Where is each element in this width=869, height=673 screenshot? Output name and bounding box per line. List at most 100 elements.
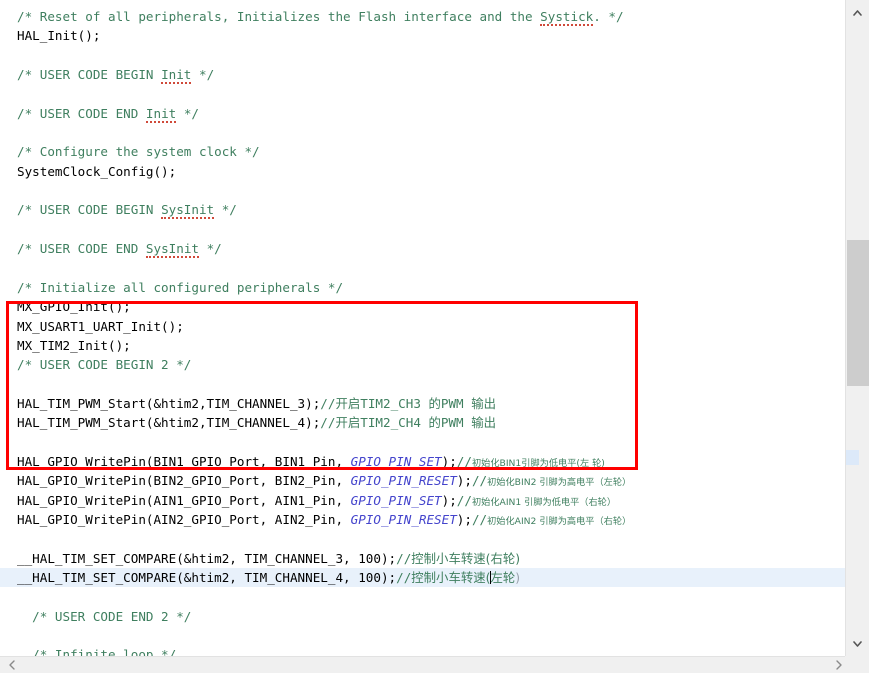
code-token: PWM bbox=[440, 395, 472, 411]
code-line[interactable]: /* USER CODE BEGIN 2 */ bbox=[0, 355, 845, 374]
code-token: 初始化AIN1 引脚为低电平（右轮） bbox=[471, 496, 617, 508]
code-token: 开启 bbox=[335, 395, 361, 411]
horizontal-scrollbar[interactable] bbox=[0, 656, 869, 673]
code-token: 开启 bbox=[335, 415, 361, 431]
scroll-up-arrow-icon[interactable] bbox=[846, 4, 869, 21]
code-line[interactable]: HAL_GPIO_WritePin(BIN2_GPIO_Port, BIN2_P… bbox=[0, 471, 845, 490]
code-token: MX_USART1_UART_Init(); bbox=[17, 318, 184, 334]
code-token: Init bbox=[161, 67, 192, 85]
code-line[interactable]: /* USER CODE BEGIN SysInit */ bbox=[0, 200, 845, 220]
code-line[interactable] bbox=[0, 433, 845, 452]
code-text-area[interactable]: /* Reset of all peripherals, Initializes… bbox=[0, 0, 845, 656]
code-token: TIM2_CH3 bbox=[360, 395, 429, 411]
code-token: /* USER CODE BEGIN bbox=[17, 67, 162, 83]
code-line[interactable]: /* Configure the system clock */ bbox=[0, 142, 845, 161]
code-line[interactable] bbox=[0, 529, 845, 548]
code-token: 的 bbox=[428, 395, 441, 411]
code-editor-window: /* Reset of all peripherals, Initializes… bbox=[0, 0, 869, 673]
code-line[interactable] bbox=[0, 375, 845, 394]
code-token: TIM2_CH4 bbox=[360, 415, 429, 431]
code-token: // bbox=[456, 492, 472, 508]
code-line[interactable]: /* USER CODE END Init */ bbox=[0, 104, 845, 123]
code-line[interactable]: /* Infinite loop */ bbox=[0, 645, 845, 656]
code-line[interactable]: MX_TIM2_Init(); bbox=[0, 336, 845, 355]
code-line[interactable]: MX_USART1_UART_Init(); bbox=[0, 317, 845, 336]
code-token: // bbox=[396, 550, 412, 566]
code-line[interactable] bbox=[0, 258, 845, 277]
code-token: HAL_TIM_PWM_Start(&htim2,TIM_CHANNEL_3); bbox=[17, 395, 321, 411]
code-token: GPIO_PIN_SET bbox=[350, 492, 442, 508]
scroll-down-arrow-icon[interactable] bbox=[846, 635, 869, 652]
code-token: */ bbox=[214, 202, 237, 218]
code-line[interactable] bbox=[0, 181, 845, 200]
code-token: /* Configure the system clock */ bbox=[17, 144, 260, 160]
code-line[interactable] bbox=[0, 84, 845, 103]
code-token: Systick bbox=[540, 9, 594, 26]
code-token: */ bbox=[198, 241, 222, 257]
code-token: HAL_Init(); bbox=[17, 28, 101, 44]
code-line[interactable]: HAL_TIM_PWM_Start(&htim2,TIM_CHANNEL_3);… bbox=[0, 394, 845, 413]
code-token: 初始化BIN1引脚为低电平(左 轮) bbox=[471, 457, 605, 469]
current-line-scroll-marker bbox=[846, 450, 859, 465]
code-line[interactable]: /* USER CODE BEGIN Init */ bbox=[0, 65, 845, 85]
code-token: 输出 bbox=[471, 415, 497, 431]
code-token: 左轮 bbox=[490, 569, 516, 585]
code-line[interactable]: HAL_GPIO_WritePin(AIN2_GPIO_Port, AIN2_P… bbox=[0, 510, 845, 529]
code-line[interactable] bbox=[0, 587, 845, 606]
code-token: Init bbox=[145, 105, 177, 123]
code-token: HAL_GPIO_WritePin(AIN1_GPIO_Port, AIN1_P… bbox=[17, 492, 351, 508]
code-token: // bbox=[456, 453, 472, 469]
scroll-left-arrow-icon[interactable] bbox=[3, 657, 20, 673]
code-token: /* USER CODE BEGIN 2 */ bbox=[17, 357, 192, 373]
code-token: ); bbox=[441, 453, 457, 469]
code-token: HAL_TIM_PWM_Start(&htim2,TIM_CHANNEL_4); bbox=[17, 415, 321, 431]
code-line[interactable]: /* USER CODE END SysInit */ bbox=[0, 239, 845, 259]
code-line[interactable]: /* Reset of all peripherals, Initializes… bbox=[0, 7, 845, 26]
code-token: GPIO_PIN_SET bbox=[350, 453, 442, 469]
code-line[interactable] bbox=[0, 220, 845, 239]
code-token: GPIO_PIN_RESET bbox=[350, 511, 457, 527]
code-token: ); bbox=[441, 492, 457, 508]
code-token: HAL_GPIO_WritePin(AIN2_GPIO_Port, AIN2_P… bbox=[17, 511, 351, 527]
code-token: __HAL_TIM_SET_COMPARE(&htim2, TIM_CHANNE… bbox=[17, 550, 397, 566]
code-token: */ bbox=[176, 105, 199, 121]
code-line[interactable]: HAL_GPIO_WritePin(AIN1_GPIO_Port, AIN1_P… bbox=[0, 491, 845, 510]
code-line[interactable]: HAL_TIM_PWM_Start(&htim2,TIM_CHANNEL_4);… bbox=[0, 413, 845, 432]
code-token: // bbox=[471, 511, 488, 527]
vertical-scrollbar[interactable] bbox=[845, 0, 869, 656]
scrollbar-corner bbox=[845, 656, 869, 673]
code-token: // bbox=[396, 569, 412, 585]
code-line[interactable]: /* USER CODE END 2 */ bbox=[0, 607, 845, 626]
vertical-scrollbar-thumb[interactable] bbox=[847, 240, 869, 386]
code-token: 控制小车转速(右轮) bbox=[411, 550, 521, 566]
code-token: /* Infinite loop */ bbox=[17, 647, 177, 656]
code-token: ); bbox=[456, 473, 472, 489]
code-line[interactable]: SystemClock_Config(); bbox=[0, 162, 845, 181]
code-token: . */ bbox=[593, 9, 624, 24]
code-token: // bbox=[320, 395, 336, 411]
code-token: 的 bbox=[428, 415, 441, 431]
code-token: HAL_GPIO_WritePin(BIN1_GPIO_Port, BIN1_P… bbox=[17, 453, 351, 469]
code-token: /* USER CODE END bbox=[17, 241, 146, 257]
code-token: 初始化AIN2 引脚为高电平（右轮） bbox=[487, 515, 632, 527]
code-token: HAL_GPIO_WritePin(BIN2_GPIO_Port, BIN2_P… bbox=[17, 473, 351, 489]
code-line[interactable]: MX_GPIO_Init(); bbox=[0, 297, 845, 316]
code-line[interactable] bbox=[0, 626, 845, 645]
code-token: /* Reset of all peripherals, Initializes… bbox=[17, 9, 541, 24]
code-token: // bbox=[471, 473, 488, 489]
code-token: */ bbox=[191, 67, 215, 83]
code-line[interactable] bbox=[0, 46, 845, 65]
code-token: /* USER CODE END bbox=[17, 105, 146, 121]
code-token: /* USER CODE END 2 */ bbox=[17, 608, 192, 624]
code-line[interactable]: __HAL_TIM_SET_COMPARE(&htim2, TIM_CHANNE… bbox=[0, 567, 845, 588]
code-token: /* USER CODE BEGIN bbox=[17, 202, 162, 218]
code-token: SysInit bbox=[145, 241, 199, 259]
code-line[interactable]: HAL_GPIO_WritePin(BIN1_GPIO_Port, BIN1_P… bbox=[0, 452, 845, 471]
code-line[interactable] bbox=[0, 123, 845, 142]
code-token: GPIO_PIN_RESET bbox=[350, 473, 457, 489]
code-line[interactable]: __HAL_TIM_SET_COMPARE(&htim2, TIM_CHANNE… bbox=[0, 549, 845, 568]
code-line[interactable]: HAL_Init(); bbox=[0, 26, 845, 45]
code-token: SysInit bbox=[161, 202, 215, 220]
code-token: PWM bbox=[440, 415, 472, 431]
code-line[interactable]: /* Initialize all configured peripherals… bbox=[0, 278, 845, 297]
